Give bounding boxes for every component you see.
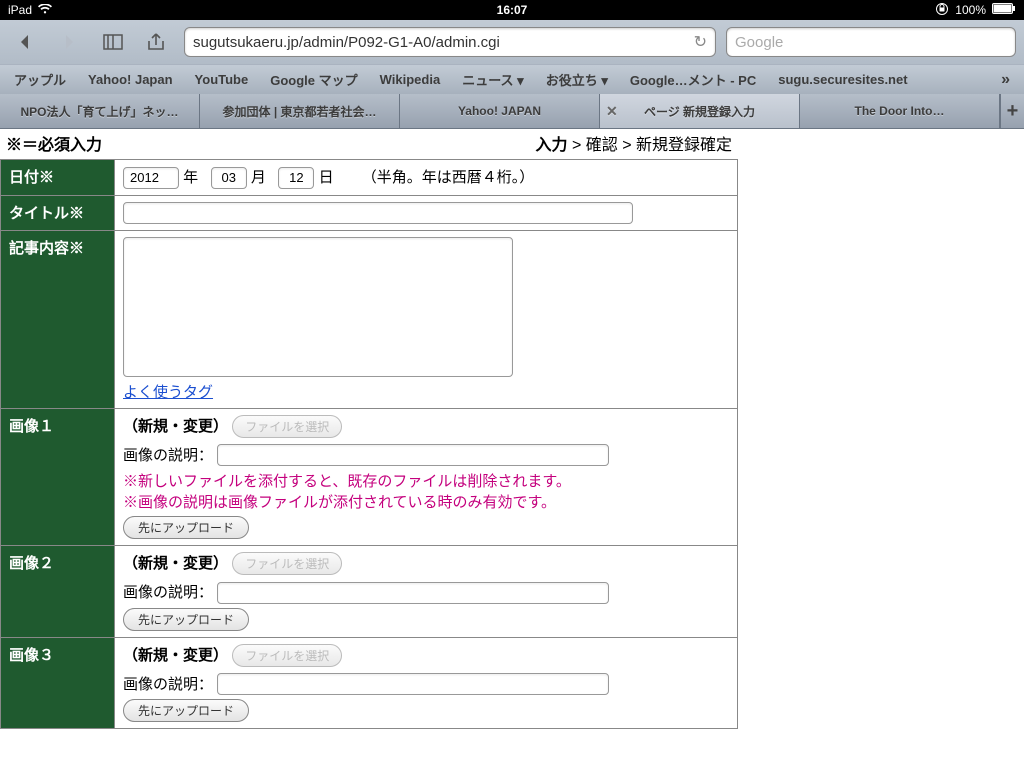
tab-label: NPO法人「育て上げ」ネッ… (20, 103, 178, 120)
image-mode-label: （新規・変更） (123, 418, 228, 435)
tab[interactable]: 参加団体 | 東京都若者社会… (200, 94, 400, 128)
tag-link[interactable]: よく使うタグ (123, 384, 213, 401)
image-desc-label: 画像の説明： (123, 447, 213, 464)
month-input[interactable] (211, 167, 247, 189)
toolbar: sugutsukaeru.jp/admin/P092-G1-A0/admin.c… (0, 20, 1024, 64)
bookmark-item[interactable]: Google マップ (270, 70, 357, 89)
tab-label: ページ 新規登録入力 (644, 103, 755, 120)
bookmark-item[interactable]: YouTube (195, 72, 249, 87)
bookmark-item[interactable]: お役立ち ▾ (546, 70, 608, 89)
tab-label: Yahoo! JAPAN (458, 104, 541, 118)
upload-button[interactable]: 先にアップロード (123, 699, 249, 722)
url-text: sugutsukaeru.jp/admin/P092-G1-A0/admin.c… (193, 34, 500, 51)
month-suffix: 月 (251, 169, 266, 186)
clock: 16:07 (497, 3, 528, 17)
tab-active[interactable]: ✕ ページ 新規登録入力 (600, 94, 800, 128)
row-label-image3: 画像３ (1, 637, 115, 729)
required-mark-icon: ※ (39, 169, 54, 186)
bookmark-item[interactable]: Wikipedia (380, 72, 441, 87)
choose-file-button[interactable]: ファイルを選択 (232, 644, 342, 667)
body-textarea[interactable] (123, 237, 513, 377)
reload-icon[interactable]: ↻ (694, 32, 707, 52)
page-content: ※＝必須入力 入力 > 確認 > 新規登録確定 日付※ 年 月 日 （半角。年は… (0, 129, 1024, 729)
upload-button[interactable]: 先にアップロード (123, 608, 249, 631)
forward-button[interactable] (52, 27, 86, 57)
choose-file-button[interactable]: ファイルを選択 (232, 415, 342, 438)
search-bar[interactable]: Google (726, 27, 1016, 57)
bookmarks-button[interactable] (96, 27, 130, 57)
image-desc-input[interactable] (217, 673, 609, 695)
browser-chrome: sugutsukaeru.jp/admin/P092-G1-A0/admin.c… (0, 20, 1024, 129)
tab[interactable]: Yahoo! JAPAN (400, 94, 600, 128)
row-label-body: 記事内容※ (1, 230, 115, 408)
bookmark-item[interactable]: Yahoo! Japan (88, 72, 173, 87)
share-button[interactable] (140, 27, 174, 57)
day-input[interactable] (278, 167, 314, 189)
image-note-2: ※画像の説明は画像ファイルが添付されている時のみ有効です。 (123, 491, 729, 512)
row-label-image1: 画像１ (1, 408, 115, 546)
image-note-1: ※新しいファイルを添付すると、既存のファイルは削除されます。 (123, 470, 729, 491)
url-bar[interactable]: sugutsukaeru.jp/admin/P092-G1-A0/admin.c… (184, 27, 716, 57)
breadcrumb-current: 入力 (536, 137, 568, 154)
bookmark-item[interactable]: Google…メント - PC (630, 70, 756, 89)
choose-file-button[interactable]: ファイルを選択 (232, 552, 342, 575)
year-suffix: 年 (183, 169, 198, 186)
bookmark-item[interactable]: ニュース ▾ (462, 70, 524, 89)
day-suffix: 日 (319, 169, 334, 186)
orientation-lock-icon (935, 2, 949, 19)
year-input[interactable] (123, 167, 179, 189)
new-tab-button[interactable]: + (1000, 94, 1024, 128)
bookmarks-bar: アップル Yahoo! Japan YouTube Google マップ Wik… (0, 64, 1024, 94)
image-desc-input[interactable] (217, 582, 609, 604)
status-bar: iPad 16:07 100% (0, 0, 1024, 20)
row-label-date: 日付※ (1, 160, 115, 196)
image-desc-label: 画像の説明： (123, 584, 213, 601)
breadcrumb: 入力 > 確認 > 新規登録確定 (536, 131, 733, 155)
search-placeholder: Google (735, 34, 783, 51)
image-mode-label: （新規・変更） (123, 647, 228, 664)
image-mode-label: （新規・変更） (123, 555, 228, 572)
required-mark-icon: ※ (69, 240, 84, 257)
image-desc-label: 画像の説明： (123, 676, 213, 693)
required-mark-icon: ※ (69, 205, 84, 222)
image-desc-input[interactable] (217, 444, 609, 466)
device-label: iPad (8, 3, 32, 17)
form-table: 日付※ 年 月 日 （半角。年は西暦４桁。） タイトル※ (0, 159, 738, 729)
tab-label: 参加団体 | 東京都若者社会… (222, 103, 376, 120)
required-note: ※＝必須入力 (6, 131, 102, 155)
battery-label: 100% (955, 3, 986, 17)
tab[interactable]: The Door Into… (800, 94, 1000, 128)
tab-label: The Door Into… (855, 104, 945, 118)
page-header: ※＝必須入力 入力 > 確認 > 新規登録確定 (0, 129, 738, 159)
title-input[interactable] (123, 202, 633, 224)
bookmark-item[interactable]: アップル (14, 70, 66, 89)
tab[interactable]: NPO法人「育て上げ」ネッ… (0, 94, 200, 128)
wifi-icon (38, 3, 52, 17)
date-hint: （半角。年は西暦４桁。） (362, 169, 535, 186)
row-label-title: タイトル※ (1, 195, 115, 230)
row-label-image2: 画像２ (1, 546, 115, 638)
back-button[interactable] (8, 27, 42, 57)
tab-strip: NPO法人「育て上げ」ネッ… 参加団体 | 東京都若者社会… Yahoo! JA… (0, 94, 1024, 128)
battery-icon (992, 3, 1016, 17)
bookmark-item[interactable]: sugu.securesites.net (778, 72, 907, 87)
close-tab-icon[interactable]: ✕ (606, 103, 618, 120)
bookmarks-overflow-icon[interactable]: » (1001, 71, 1010, 89)
breadcrumb-rest: 確認 > 新規登録確定 (586, 137, 732, 154)
upload-button[interactable]: 先にアップロード (123, 516, 249, 539)
